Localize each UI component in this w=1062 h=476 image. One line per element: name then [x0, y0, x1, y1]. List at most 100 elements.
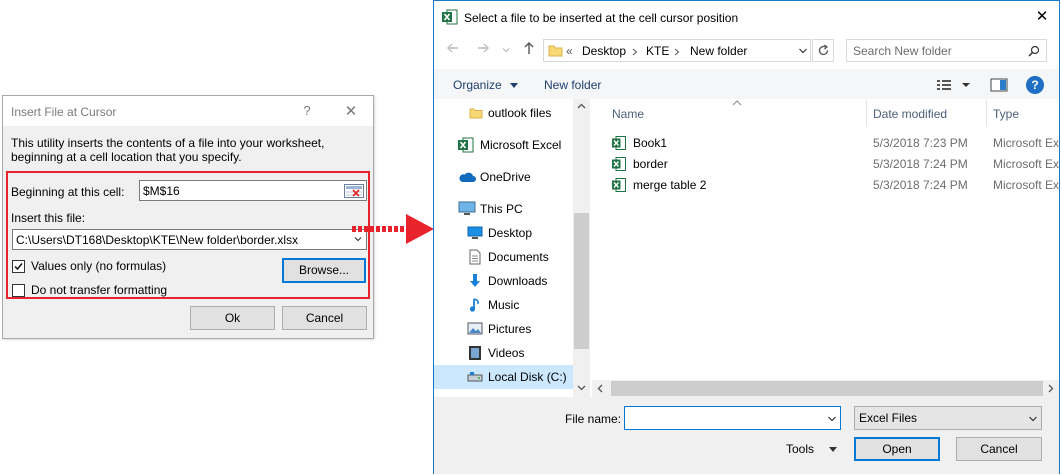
music-icon [469, 298, 479, 312]
column-type[interactable]: Type [993, 107, 1019, 121]
no-format-label: Do not transfer formatting [31, 283, 168, 297]
search-placeholder: Search New folder [853, 44, 952, 58]
beginning-cell-label: Beginning at this cell: [11, 185, 125, 199]
pc-icon [458, 201, 476, 215]
chevron-down-icon [1029, 416, 1037, 422]
file-row[interactable]: Book1 5/3/2018 7:23 PM Microsoft Ex [604, 134, 1059, 154]
insert-file-combobox[interactable]: C:\Users\DT168\Desktop\KTE\New folder\bo… [12, 229, 367, 250]
nav-item-outlook-files[interactable]: outlook files [434, 101, 574, 125]
dialog-title: Select a file to be inserted at the cell… [464, 11, 739, 25]
breadcrumb-kte[interactable]: KTE [646, 44, 669, 58]
nav-item-music[interactable]: Music [434, 293, 574, 317]
scroll-up-icon[interactable] [577, 103, 586, 109]
scroll-right-icon[interactable] [1048, 384, 1054, 393]
arrow-left-icon [447, 43, 458, 53]
back-button[interactable] [444, 41, 462, 59]
pictures-icon [467, 322, 483, 335]
open-file-dialog: Select a file to be inserted at the cell… [433, 0, 1060, 474]
chevron-down-icon [502, 48, 510, 53]
caret-down-icon [510, 83, 519, 88]
history-dropdown[interactable] [497, 41, 515, 59]
scroll-down-icon[interactable] [577, 385, 586, 391]
values-only-checkbox[interactable] [12, 260, 25, 273]
videos-icon [469, 346, 481, 360]
excel-icon [442, 9, 458, 25]
scrollbar-thumb[interactable] [574, 213, 589, 349]
filetype-select[interactable]: Excel Files [854, 406, 1042, 430]
nav-item-this-pc[interactable]: This PC [434, 197, 574, 221]
beginning-cell-input[interactable]: $M$16 [139, 180, 367, 201]
breadcrumb-desktop[interactable]: Desktop [582, 44, 626, 58]
description-text: This utility inserts the contents of a f… [11, 136, 325, 164]
range-select-icon[interactable] [344, 184, 364, 198]
chevron-right-icon [632, 48, 638, 56]
excel-file-icon [612, 136, 626, 150]
close-button[interactable]: ✕ [341, 103, 361, 121]
chevron-down-icon[interactable] [798, 47, 808, 55]
red-arrow-icon [352, 214, 434, 244]
close-button[interactable]: ✕ [1032, 8, 1052, 28]
sort-ascending-icon [732, 100, 742, 106]
search-box[interactable]: Search New folder [846, 39, 1047, 62]
help-button[interactable]: ? [1026, 76, 1044, 94]
breadcrumb-overflow[interactable]: « [566, 44, 573, 58]
nav-item-local-disk[interactable]: Local Disk (C:) [434, 365, 574, 389]
nav-item-desktop[interactable]: Desktop [434, 221, 574, 245]
excel-icon [458, 137, 474, 153]
column-divider[interactable] [866, 100, 867, 126]
column-date[interactable]: Date modified [873, 107, 947, 121]
view-options-button[interactable] [936, 77, 974, 93]
filename-input[interactable] [624, 406, 841, 430]
desktop-icon [467, 226, 483, 239]
breadcrumb-new-folder[interactable]: New folder [690, 44, 747, 58]
chevron-right-icon [674, 48, 680, 56]
address-bar[interactable]: « Desktop KTE New folder [543, 39, 811, 62]
cancel-button[interactable]: Cancel [956, 437, 1042, 461]
column-divider[interactable] [986, 100, 987, 126]
excel-file-icon [612, 157, 626, 171]
nav-item-downloads[interactable]: Downloads [434, 269, 574, 293]
help-button[interactable]: ? [297, 103, 317, 121]
column-name[interactable]: Name [612, 107, 644, 121]
checkmark-icon [14, 263, 23, 271]
scrollbar-thumb[interactable] [611, 381, 1043, 396]
filename-label: File name: [565, 412, 622, 426]
nav-item-videos[interactable]: Videos [434, 341, 574, 365]
open-button[interactable]: Open [854, 437, 940, 461]
refresh-icon [818, 44, 829, 56]
arrow-up-icon [524, 42, 534, 54]
navigation-pane: outlook files Microsoft Excel OneDrive T… [434, 99, 578, 397]
nav-item-documents[interactable]: Documents [434, 245, 574, 269]
dialog-title: Insert File at Cursor [11, 105, 117, 119]
organize-menu[interactable]: Organize [453, 78, 519, 92]
file-list-hscrollbar[interactable] [592, 380, 1059, 397]
forward-button[interactable] [474, 41, 492, 59]
downloads-icon [470, 274, 480, 287]
chevron-down-icon[interactable] [827, 415, 837, 423]
browse-button[interactable]: Browse... [282, 258, 366, 283]
up-button[interactable] [520, 41, 538, 59]
folder-icon [548, 45, 563, 57]
file-row[interactable]: border 5/3/2018 7:24 PM Microsoft Ex [604, 155, 1059, 175]
disk-icon [467, 372, 483, 382]
file-row[interactable]: merge table 2 5/3/2018 7:24 PM Microsoft… [604, 176, 1059, 196]
documents-icon [469, 249, 481, 265]
preview-pane-button[interactable] [990, 77, 1008, 93]
details-view-icon [937, 80, 970, 90]
search-icon[interactable] [1028, 45, 1040, 57]
cloud-icon [459, 172, 476, 182]
no-format-checkbox[interactable] [12, 284, 25, 297]
cancel-button[interactable]: Cancel [282, 306, 367, 330]
nav-scrollbar[interactable] [573, 99, 590, 397]
excel-file-icon [612, 178, 626, 192]
folder-icon [469, 108, 483, 119]
insert-file-label: Insert this file: [11, 211, 86, 225]
nav-item-onedrive[interactable]: OneDrive [434, 165, 574, 189]
refresh-button[interactable] [812, 39, 834, 62]
new-folder-button[interactable]: New folder [544, 78, 601, 92]
nav-item-pictures[interactable]: Pictures [434, 317, 574, 341]
ok-button[interactable]: Ok [190, 306, 275, 330]
scroll-left-icon[interactable] [597, 384, 603, 393]
tools-menu[interactable]: Tools [786, 442, 838, 456]
nav-item-microsoft-excel[interactable]: Microsoft Excel [434, 133, 574, 157]
